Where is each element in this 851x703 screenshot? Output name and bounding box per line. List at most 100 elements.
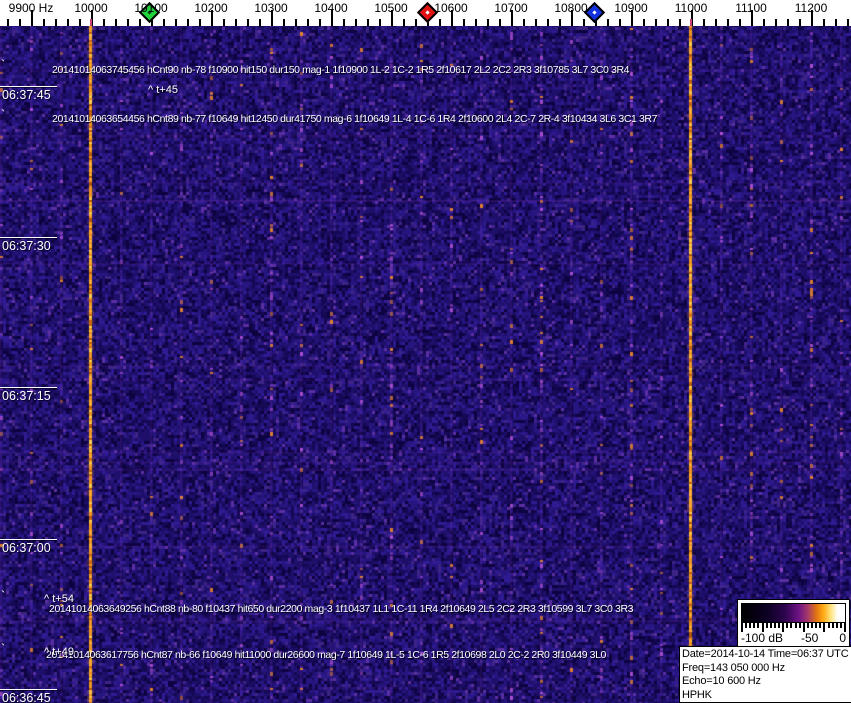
colorbar-tick [786,623,789,628]
spectrogram-app-window: 9900 Hz 10000 10100 10200 10300 10400 10500 106… [0,0,851,703]
time-offset-label: ^ t+49 [44,646,74,658]
event-edge-mark: ` [1,641,6,656]
freq-minor-tick [7,19,9,26]
colorbar-tick [835,623,838,628]
freq-axis-label: 10800 [554,1,588,15]
time-offset-label: ^ t+45 [148,84,178,96]
freq-minor-tick [223,19,225,26]
colorbar-tick [823,623,826,632]
freq-minor-tick [259,19,261,26]
freq-minor-tick [727,19,729,26]
red-marker-diamond-center [425,10,430,15]
freq-axis-label: 11200 [794,1,828,15]
freq-minor-tick [139,19,141,26]
colorbar-tick [794,623,797,628]
freq-minor-tick [379,19,381,26]
colorbar-tick [749,623,752,628]
freq-minor-tick [19,19,21,26]
freq-minor-tick [367,19,369,26]
freq-axis-label: 10200 [194,1,228,15]
time-label: 06:37:30 [2,239,51,253]
freq-axis-label: 10300 [254,1,288,15]
event-edge-mark: ` [1,588,6,603]
freq-minor-tick [535,19,537,26]
detection-text-line: 20141014063649256 hCnt88 nb-80 f10437 hi… [49,603,634,615]
colorbar-tick [773,623,776,628]
freq-minor-tick [715,19,717,26]
info-date-time: Date=2014-10-14 Time=06:37 UTC [682,648,849,660]
colorbar-tick [757,623,760,628]
colorbar-tick [827,623,830,628]
colorbar-tick [778,623,781,628]
colorbar-tick [831,623,834,628]
freq-axis-label: 10100 [134,1,168,15]
time-tick-line [0,86,57,87]
freq-minor-tick [679,19,681,26]
freq-minor-tick [619,19,621,26]
spectrogram-waterfall-canvas[interactable] [0,0,851,703]
colorbar-label-max: 0 [839,631,846,645]
colorbar-tick [753,623,756,628]
time-tick-line [0,387,57,388]
info-echo: Echo=10 600 Hz [682,675,761,687]
colorbar-tick [811,623,814,628]
status-info-box: Date=2014-10-14 Time=06:37 UTC Freq=143 … [679,646,851,703]
freq-minor-tick [787,19,789,26]
blue-marker-diamond-center [592,10,597,15]
carrier-bleed-mark [90,19,92,26]
freq-minor-tick [319,19,321,26]
freq-minor-tick [79,19,81,26]
freq-axis-label: 10400 [314,1,348,15]
freq-minor-tick [547,19,549,26]
freq-minor-tick [763,19,765,26]
freq-minor-tick [643,19,645,26]
freq-minor-tick [439,19,441,26]
freq-minor-tick [799,19,801,26]
freq-minor-tick [499,19,501,26]
freq-axis-label: 10500 [374,1,408,15]
freq-minor-tick [67,19,69,26]
detection-text-line: 20141014063745456 hCnt90 nb-78 f10900 hi… [52,64,630,76]
freq-minor-tick [55,19,57,26]
freq-minor-tick [775,19,777,26]
freq-minor-tick [187,19,189,26]
colorbar-tick [765,623,768,628]
freq-minor-tick [115,19,117,26]
freq-minor-tick [127,19,129,26]
freq-minor-tick [295,19,297,26]
freq-minor-tick [487,19,489,26]
time-label: 06:37:45 [2,88,51,102]
freq-minor-tick [823,19,825,26]
colorbar-tick [798,623,801,628]
freq-axis-label: 10000 [74,1,108,15]
freq-minor-tick [343,19,345,26]
freq-minor-tick [175,19,177,26]
colorbar-tick [769,623,772,628]
colorbar-tick [839,623,842,628]
colorbar-gradient [741,603,846,623]
freq-minor-tick [847,19,849,26]
freq-minor-tick [463,19,465,26]
colorbar-label-min: -100 dB [741,631,784,645]
freq-minor-tick [247,19,249,26]
freq-axis-label: 10700 [494,1,528,15]
freq-minor-tick [103,19,105,26]
colorbar-label-mid: -50 [801,631,819,645]
freq-minor-tick [655,19,657,26]
freq-axis-label: 11100 [735,1,767,15]
freq-minor-tick [559,19,561,26]
freq-axis-label: 9900 Hz [8,1,54,15]
time-tick-line [0,689,57,690]
freq-minor-tick [583,19,585,26]
freq-minor-tick [523,19,525,26]
time-label: 06:36:45 [2,691,51,703]
colorbar-tick [790,623,793,628]
colorbar-tick [819,623,822,628]
freq-minor-tick [703,19,705,26]
freq-minor-tick [415,19,417,26]
freq-minor-tick [43,19,45,26]
info-frequency: Freq=143 050 000 Hz [682,661,785,674]
freq-axis-label: 10600 [434,1,468,15]
colorbar-tick [806,623,809,628]
detection-text-line: 20141014063654456 hCnt89 nb-77 f10649 hi… [52,113,658,125]
